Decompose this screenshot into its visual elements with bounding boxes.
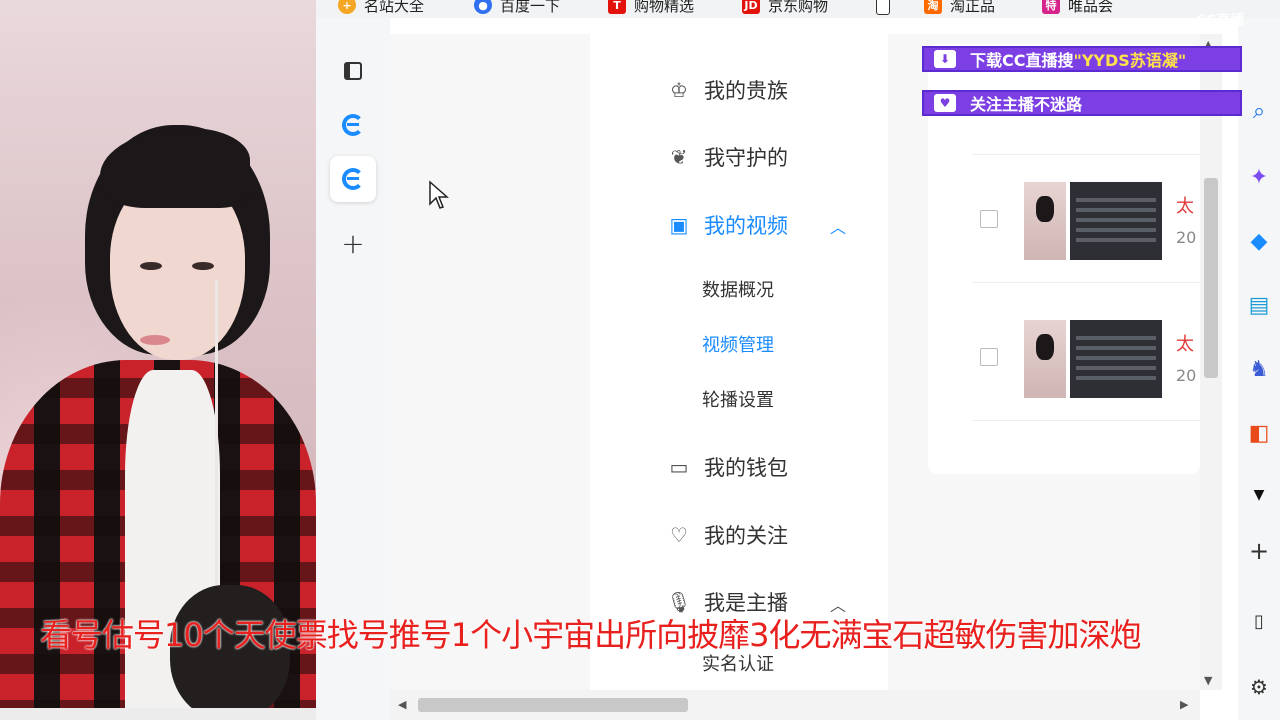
tao-icon: 淘 — [924, 0, 942, 14]
gear-icon[interactable]: ⚙ — [1246, 674, 1272, 700]
crown-icon: ♔ — [670, 78, 688, 102]
user-center-menu: ♔ 我的贵族 ❦ 我守护的 ▣ 我的视频 ︿ 数据概况 视频管理 轮播设置 ▭ … — [590, 34, 888, 690]
video-title[interactable]: 太 — [1176, 330, 1194, 356]
tab-panel-button[interactable] — [330, 48, 376, 94]
scrollbar-thumb[interactable] — [418, 698, 688, 712]
download-banner: ⬇ 下载CC直播搜 "YYDS苏语凝" — [922, 46, 1242, 72]
plus-icon[interactable]: + — [1246, 537, 1272, 565]
caret-down-icon[interactable]: ▼ — [1246, 482, 1272, 508]
horizontal-scrollbar[interactable]: ◀ ▶ — [390, 690, 1200, 720]
submenu-video-management[interactable]: 视频管理 — [702, 331, 774, 357]
video-date: 20 — [1176, 366, 1197, 385]
table-row[interactable]: 太 20 — [972, 310, 1200, 421]
video-thumbnail[interactable] — [1024, 320, 1162, 398]
chevron-up-icon[interactable]: ︿ — [830, 214, 846, 238]
t-box-icon: T — [608, 0, 626, 14]
menu-item-nobility[interactable]: ♔ 我的贵族 — [664, 72, 788, 108]
scroll-right-icon[interactable]: ▶ — [1180, 698, 1188, 711]
video-icon: ▣ — [669, 213, 689, 237]
browser-logo-icon — [342, 168, 364, 190]
heart-icon: ♡ — [670, 523, 688, 547]
scrolling-caption: 看号估号10个天使票找号推号1个小宇宙出所向披靡3化无满宝石超敏伤害加深炮 — [40, 616, 1141, 654]
scroll-down-icon[interactable]: ▼ — [1204, 674, 1212, 687]
video-checkbox[interactable] — [980, 210, 998, 228]
video-date: 20 — [1176, 228, 1197, 247]
jd-icon: JD — [742, 0, 760, 14]
window-panel-icon — [344, 62, 362, 80]
heart-icon: ♥ — [934, 94, 956, 112]
plus-circle-icon: + — [338, 0, 356, 14]
office-icon[interactable]: ◧ — [1246, 420, 1272, 446]
toolbox-icon[interactable]: ▤ — [1246, 292, 1272, 318]
table-row[interactable]: 太 20 — [972, 172, 1200, 283]
search-icon[interactable]: ⌕ — [1246, 98, 1272, 124]
plus-icon: + — [341, 226, 365, 260]
menu-item-wallet[interactable]: ▭ 我的钱包 — [664, 449, 788, 485]
download-icon: ⬇ — [934, 50, 956, 68]
wallet-icon: ▭ — [669, 455, 689, 479]
bookmark-vip[interactable]: 特 唯品会 — [1042, 0, 1113, 16]
baidu-paw-icon: ● — [474, 0, 492, 14]
browser-logo-icon — [342, 114, 364, 136]
bookmark-jd[interactable]: JD 京东购物 — [742, 0, 828, 16]
te-icon: 特 — [1042, 0, 1060, 14]
tag-icon[interactable]: ◆ — [1246, 228, 1272, 254]
video-title[interactable]: 太 — [1176, 192, 1194, 218]
bookmark-shopping[interactable]: T 购物精选 — [608, 0, 694, 16]
sparkle-icon[interactable]: ✦ — [1246, 164, 1272, 190]
submenu-data-overview[interactable]: 数据概况 — [702, 276, 774, 302]
browser-tab-2[interactable] — [330, 156, 376, 202]
browser-tab-1[interactable] — [330, 102, 376, 148]
menu-item-following[interactable]: ♡ 我的关注 — [664, 517, 788, 553]
scroll-left-icon[interactable]: ◀ — [398, 698, 406, 711]
page-icon — [876, 0, 890, 15]
page-content: ♔ 我的贵族 ❦ 我守护的 ▣ 我的视频 ︿ 数据概况 视频管理 轮播设置 ▭ … — [390, 34, 1200, 690]
cc-watermark: CC直播 — [1196, 13, 1245, 29]
menu-item-my-videos[interactable]: ▣ 我的视频 — [664, 207, 788, 243]
vertical-scrollbar[interactable]: ▲ ▼ — [1200, 34, 1222, 690]
scrollbar-thumb[interactable] — [1204, 178, 1218, 378]
menu-item-guarded[interactable]: ❦ 我守护的 — [664, 139, 788, 175]
bookmark-baidu[interactable]: ● 百度一下 — [474, 0, 560, 16]
bookmark-mingzhan[interactable]: + 名站大全 — [338, 0, 424, 16]
wings-icon: ❦ — [670, 145, 688, 169]
video-thumbnail[interactable] — [1024, 182, 1162, 260]
submenu-carousel-settings[interactable]: 轮播设置 — [702, 386, 774, 412]
chess-icon[interactable]: ♞ — [1246, 356, 1272, 382]
bookmark-blank-page[interactable] — [876, 0, 898, 16]
bookmarks-bar: + 名站大全 ● 百度一下 T 购物精选 JD 京东购物 淘 淘正品 特 唯品会 — [316, 0, 1280, 18]
follow-banner: ♥ 关注主播不迷路 — [922, 90, 1242, 116]
new-tab-button[interactable]: + — [330, 220, 376, 266]
bookmark-tao[interactable]: 淘 淘正品 — [924, 0, 995, 16]
video-checkbox[interactable] — [980, 348, 998, 366]
